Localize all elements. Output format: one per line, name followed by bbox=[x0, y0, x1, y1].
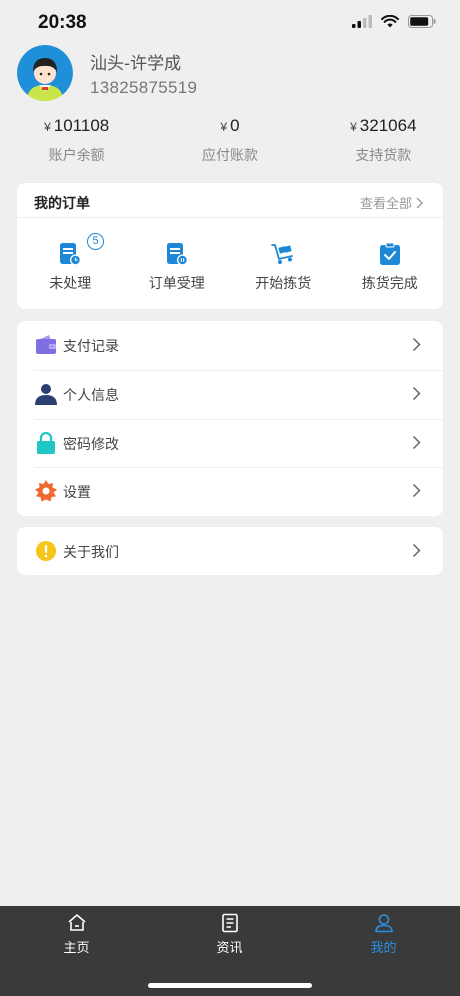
stat-value: 101108 bbox=[53, 116, 110, 135]
order-status-label: 拣货完成 bbox=[361, 276, 418, 292]
menu-item-about-us[interactable]: 关于我们 bbox=[17, 527, 443, 576]
chevron-right-icon bbox=[416, 197, 423, 208]
picking-cart-icon bbox=[271, 244, 294, 264]
tab-label: 资讯 bbox=[216, 941, 243, 956]
stat-label: 支持货款 bbox=[355, 148, 412, 164]
divider bbox=[34, 369, 443, 371]
home-icon bbox=[67, 914, 86, 931]
person-icon bbox=[35, 383, 57, 405]
menu-item-label: 设置 bbox=[63, 485, 91, 502]
divider bbox=[34, 418, 443, 420]
view-all-label: 查看全部 bbox=[359, 197, 412, 212]
stat-account-balance[interactable]: ¥101108 账户余额 bbox=[0, 116, 153, 165]
order-accepted-icon bbox=[166, 243, 188, 266]
news-icon bbox=[221, 913, 238, 933]
stat-label: 账户余额 bbox=[48, 148, 105, 164]
order-status-pending[interactable]: 5 未处理 bbox=[17, 218, 124, 308]
about-card: 关于我们 bbox=[17, 527, 443, 575]
menu-item-settings[interactable]: 设置 bbox=[17, 467, 443, 516]
tab-label: 我的 bbox=[370, 941, 397, 956]
lock-icon bbox=[37, 431, 55, 454]
divider bbox=[34, 467, 443, 469]
tab-home[interactable]: 主页 bbox=[0, 906, 153, 966]
battery-icon bbox=[408, 15, 436, 28]
view-all-orders-link[interactable]: 查看全部 bbox=[360, 193, 423, 212]
menu-item-label: 个人信息 bbox=[63, 387, 119, 404]
stat-value: 0 bbox=[230, 116, 240, 135]
chevron-right-icon bbox=[412, 337, 421, 352]
wifi-icon bbox=[381, 15, 399, 28]
user-phone: 13825875519 bbox=[90, 78, 198, 97]
menu-item-personal-info[interactable]: 个人信息 bbox=[17, 369, 443, 419]
wallet-icon bbox=[36, 335, 56, 354]
info-icon bbox=[36, 541, 56, 561]
home-indicator bbox=[148, 983, 312, 988]
cellular-signal-icon bbox=[352, 15, 372, 28]
avatar[interactable] bbox=[17, 45, 73, 101]
chevron-right-icon bbox=[412, 543, 421, 558]
currency-symbol: ¥ bbox=[350, 120, 357, 134]
chevron-right-icon bbox=[412, 386, 421, 400]
chevron-right-icon bbox=[412, 435, 421, 449]
order-status-label: 订单受理 bbox=[148, 276, 205, 292]
order-status-picked[interactable]: 拣货完成 bbox=[337, 218, 444, 308]
order-status-label: 开始拣货 bbox=[255, 276, 312, 292]
order-status-picking[interactable]: 开始拣货 bbox=[230, 218, 337, 308]
account-stats: ¥101108 账户余额 ¥0 应付账款 ¥321064 支持货款 bbox=[0, 116, 460, 165]
picking-done-icon bbox=[379, 242, 400, 265]
orders-title: 我的订单 bbox=[34, 196, 90, 212]
status-time: 20:38 bbox=[38, 12, 87, 33]
menu-item-payment-records[interactable]: 支付记录 bbox=[17, 321, 443, 370]
orders-header: 我的订单 查看全部 bbox=[17, 183, 443, 218]
pending-order-icon bbox=[60, 243, 82, 266]
status-icons bbox=[352, 15, 436, 28]
menu-item-change-password[interactable]: 密码修改 bbox=[17, 418, 443, 468]
pending-count-badge: 5 bbox=[87, 233, 104, 250]
chevron-right-icon bbox=[412, 484, 421, 498]
stat-label: 应付账款 bbox=[201, 148, 258, 164]
menu-item-label: 密码修改 bbox=[63, 436, 119, 453]
currency-symbol: ¥ bbox=[44, 120, 51, 134]
orders-card: 我的订单 查看全部 5 未处理 订单受理 开始拣货 拣货完成 bbox=[17, 183, 443, 309]
stat-supported-payment[interactable]: ¥321064 支持货款 bbox=[307, 116, 460, 165]
stat-accounts-payable[interactable]: ¥0 应付账款 bbox=[153, 116, 306, 165]
gear-icon bbox=[35, 480, 57, 502]
menu-card: 支付记录 个人信息 密码修改 设置 bbox=[17, 321, 443, 516]
menu-item-label: 支付记录 bbox=[63, 339, 119, 355]
currency-symbol: ¥ bbox=[220, 120, 228, 134]
tab-news[interactable]: 资讯 bbox=[153, 906, 306, 966]
order-status-accepted[interactable]: 订单受理 bbox=[124, 218, 231, 308]
status-bar: 20:38 bbox=[0, 0, 460, 48]
tab-label: 主页 bbox=[63, 941, 90, 956]
menu-item-label: 关于我们 bbox=[63, 545, 119, 561]
user-name: 汕头-许学成 bbox=[90, 54, 182, 74]
user-icon bbox=[374, 914, 393, 933]
order-status-label: 未处理 bbox=[49, 276, 92, 292]
stat-value: 321064 bbox=[359, 116, 417, 135]
tab-mine[interactable]: 我的 bbox=[307, 906, 460, 966]
